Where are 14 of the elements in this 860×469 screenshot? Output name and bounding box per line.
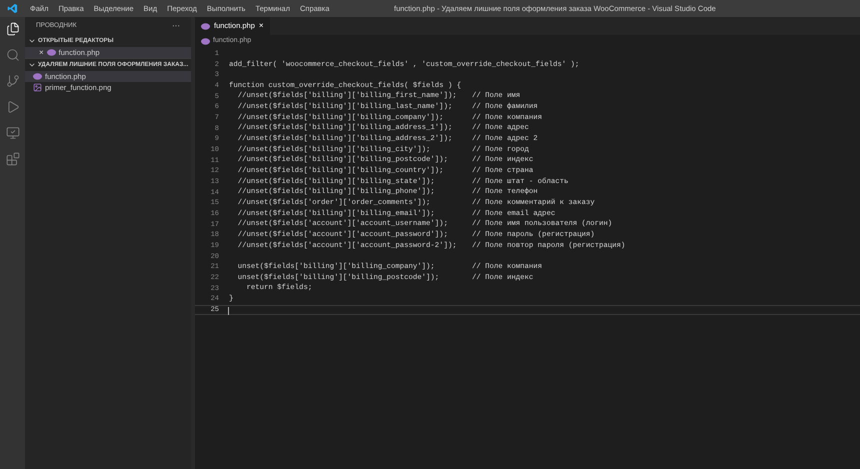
image-icon [33,83,42,92]
chevron-icon[interactable] [28,37,36,45]
app-logo-icon [7,3,18,14]
source-control-icon[interactable] [6,74,20,88]
search-icon[interactable] [6,48,20,62]
more-button[interactable]: ··· [172,20,180,32]
files-icon[interactable] [6,22,20,36]
close-button[interactable]: × [39,48,44,56]
close-button[interactable]: × [258,22,264,30]
remote-icon[interactable] [6,126,20,140]
text-cursor [228,306,229,315]
chevron-icon[interactable] [28,61,36,69]
extensions-icon[interactable] [6,152,20,166]
run-icon[interactable] [6,100,20,114]
